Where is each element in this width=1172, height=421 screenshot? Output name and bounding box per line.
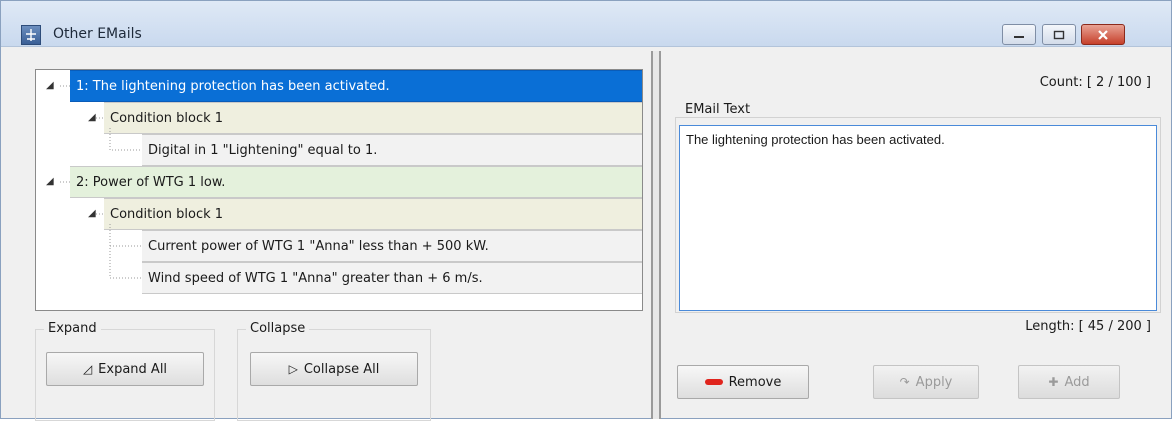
minimize-button[interactable] xyxy=(1002,24,1036,45)
email-details-panel: Count: [ 2 / 100 ] EMail Text The lighte… xyxy=(663,51,1171,419)
expand-all-label: Expand All xyxy=(98,361,168,377)
window-title: Other EMails xyxy=(53,26,142,42)
maximize-icon xyxy=(1043,25,1075,44)
rules-panel: ◢ 1: The lightening protection has been … xyxy=(19,61,646,421)
apply-button[interactable]: ↷ Apply xyxy=(873,365,979,399)
close-icon xyxy=(1082,25,1124,44)
email-text-label: EMail Text xyxy=(685,102,751,117)
collapse-group-label: Collapse xyxy=(246,321,310,336)
title-bar[interactable]: Other EMails xyxy=(1,1,1171,47)
tree-item-condition[interactable]: Digital in 1 "Lightening" equal to 1. xyxy=(142,134,642,166)
collapse-group: Collapse ▷ Collapse All xyxy=(237,321,431,421)
tree-item-label: Digital in 1 "Lightening" equal to 1. xyxy=(148,142,378,158)
expand-all-button[interactable]: ◿ Expand All xyxy=(46,352,204,386)
expand-group: Expand ◿ Expand All xyxy=(35,321,215,421)
email-rules-tree[interactable]: ◢ 1: The lightening protection has been … xyxy=(35,69,643,311)
other-emails-window: Other EMails ◢ 1: The lightening protect… xyxy=(0,0,1172,421)
apply-label: Apply xyxy=(915,374,953,390)
remove-icon xyxy=(704,379,723,385)
expand-tree-icon: ◿ xyxy=(82,362,93,376)
remove-label: Remove xyxy=(728,374,782,390)
email-length: Length: [ 45 / 200 ] xyxy=(1025,319,1151,334)
app-icon xyxy=(21,25,41,45)
tree-connector-lines xyxy=(60,85,142,279)
panel-splitter[interactable] xyxy=(651,51,661,419)
email-text-input[interactable]: The lightening protection has been activ… xyxy=(679,125,1157,311)
add-button[interactable]: ✚ Add xyxy=(1018,365,1120,399)
tree-item-condition-block[interactable]: Condition block 1 xyxy=(104,198,642,230)
collapse-tree-icon: ▷ xyxy=(288,362,298,376)
tree-item-condition-block[interactable]: Condition block 1 xyxy=(104,102,642,134)
tree-item-label: Current power of WTG 1 "Anna" less than … xyxy=(148,238,489,254)
expand-group-label: Expand xyxy=(44,321,101,336)
add-plus-icon: ✚ xyxy=(1048,375,1059,389)
tree-item-label: Wind speed of WTG 1 "Anna" greater than … xyxy=(148,270,483,286)
collapse-all-label: Collapse All xyxy=(303,361,380,377)
remove-button[interactable]: Remove xyxy=(677,365,809,399)
close-button[interactable] xyxy=(1081,24,1125,45)
email-count: Count: [ 2 / 100 ] xyxy=(1039,75,1151,90)
minimize-icon xyxy=(1003,25,1035,44)
add-label: Add xyxy=(1064,374,1090,390)
maximize-button[interactable] xyxy=(1042,24,1076,45)
apply-arrow-icon: ↷ xyxy=(899,375,910,389)
collapse-all-button[interactable]: ▷ Collapse All xyxy=(250,352,418,386)
tree-item-condition[interactable]: Current power of WTG 1 "Anna" less than … xyxy=(142,230,642,262)
tree-item-condition[interactable]: Wind speed of WTG 1 "Anna" greater than … xyxy=(142,262,642,294)
